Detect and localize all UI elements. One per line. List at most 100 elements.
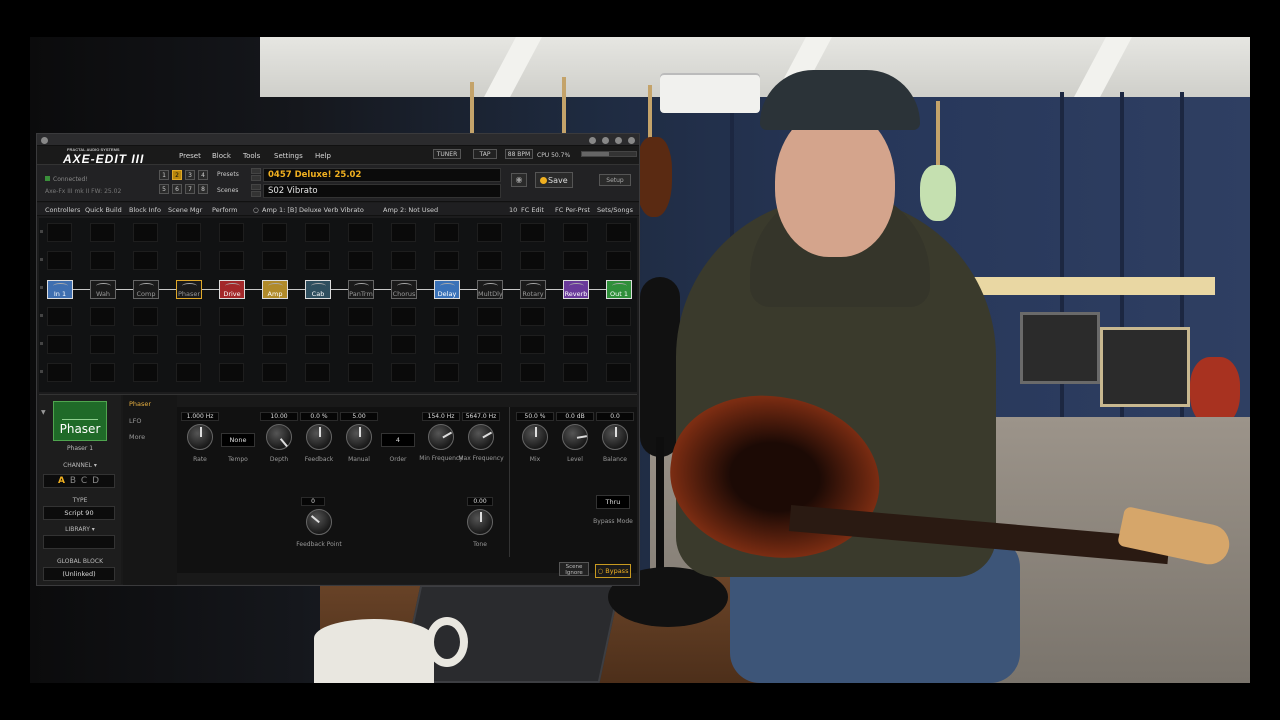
empty-grid-cell[interactable]: [47, 223, 72, 242]
menu-tools[interactable]: Tools: [243, 152, 260, 160]
preset-down-arrow[interactable]: [251, 175, 261, 181]
preset-number-button-4[interactable]: 4: [198, 170, 208, 180]
tap-tempo-button[interactable]: TAP: [473, 149, 497, 159]
tab-sets-songs[interactable]: Sets/Songs: [597, 206, 633, 214]
empty-grid-cell[interactable]: [219, 251, 244, 270]
empty-grid-cell[interactable]: [563, 223, 588, 242]
empty-grid-cell[interactable]: [606, 251, 631, 270]
empty-grid-cell[interactable]: [606, 363, 631, 382]
title-bar[interactable]: [37, 134, 639, 146]
global-block-selector[interactable]: (Unlinked): [43, 567, 115, 581]
empty-grid-cell[interactable]: [262, 251, 287, 270]
empty-grid-cell[interactable]: [133, 307, 158, 326]
empty-grid-cell[interactable]: [348, 251, 373, 270]
tab-fc-edit[interactable]: FC Edit: [521, 206, 544, 214]
order-selector[interactable]: 4: [381, 433, 415, 447]
level-knob[interactable]: [562, 424, 588, 450]
empty-grid-cell[interactable]: [262, 335, 287, 354]
tab-perform[interactable]: Perform: [212, 206, 238, 214]
empty-grid-cell[interactable]: [520, 251, 545, 270]
empty-grid-cell[interactable]: [133, 251, 158, 270]
camera-icon[interactable]: ◉: [511, 173, 527, 187]
tab-scene-mgr[interactable]: Scene Mgr: [168, 206, 202, 214]
menu-preset[interactable]: Preset: [179, 152, 201, 160]
tab-quick-build[interactable]: Quick Build: [85, 206, 122, 214]
empty-grid-cell[interactable]: [133, 223, 158, 242]
max-frequency-value[interactable]: 5647.0 Hz: [462, 412, 500, 421]
scene-up-arrow[interactable]: [251, 184, 261, 190]
manual-knob[interactable]: [346, 424, 372, 450]
empty-grid-cell[interactable]: [477, 363, 502, 382]
tone-value[interactable]: 0.00: [467, 497, 493, 506]
empty-grid-cell[interactable]: [47, 335, 72, 354]
rate-knob[interactable]: [187, 424, 213, 450]
empty-grid-cell[interactable]: [305, 307, 330, 326]
manual-value[interactable]: 5.00: [340, 412, 378, 421]
preset-number-button-1[interactable]: 1: [159, 170, 169, 180]
empty-grid-cell[interactable]: [47, 307, 72, 326]
min-frequency-value[interactable]: 154.0 Hz: [422, 412, 460, 421]
empty-grid-cell[interactable]: [606, 307, 631, 326]
empty-grid-cell[interactable]: [520, 335, 545, 354]
empty-grid-cell[interactable]: [176, 335, 201, 354]
empty-grid-cell[interactable]: [90, 223, 115, 242]
empty-grid-cell[interactable]: [563, 251, 588, 270]
max-frequency-knob[interactable]: [468, 424, 494, 450]
page-phaser[interactable]: Phaser: [129, 400, 151, 408]
mix-value[interactable]: 50.0 %: [516, 412, 554, 421]
page-more[interactable]: More: [129, 433, 145, 441]
save-button[interactable]: Save: [535, 172, 573, 188]
empty-grid-cell[interactable]: [391, 223, 416, 242]
empty-grid-cell[interactable]: [47, 251, 72, 270]
empty-grid-cell[interactable]: [434, 363, 459, 382]
tone-knob[interactable]: [467, 509, 493, 535]
feedback-value[interactable]: 0.0 %: [300, 412, 338, 421]
empty-grid-cell[interactable]: [563, 335, 588, 354]
empty-grid-cell[interactable]: [219, 363, 244, 382]
block-pantrm[interactable]: PanTrm: [348, 280, 374, 299]
preset-number-button-6[interactable]: 6: [172, 184, 182, 194]
preset-number-button-5[interactable]: 5: [159, 184, 169, 194]
menu-block[interactable]: Block: [212, 152, 231, 160]
feedback-point-value[interactable]: 0: [301, 497, 325, 506]
empty-grid-cell[interactable]: [133, 363, 158, 382]
empty-grid-cell[interactable]: [606, 335, 631, 354]
tab-block-info[interactable]: Block Info: [129, 206, 161, 214]
presets-dropdown[interactable]: Presets: [217, 171, 239, 178]
feedback-point-knob[interactable]: [306, 509, 332, 535]
empty-grid-cell[interactable]: [176, 223, 201, 242]
library-label[interactable]: LIBRARY ▾: [39, 526, 121, 533]
empty-grid-cell[interactable]: [262, 223, 287, 242]
empty-grid-cell[interactable]: [176, 363, 201, 382]
min-frequency-knob[interactable]: [428, 424, 454, 450]
empty-grid-cell[interactable]: [434, 223, 459, 242]
empty-grid-cell[interactable]: [477, 223, 502, 242]
block-drive[interactable]: Drive: [219, 280, 245, 299]
empty-grid-cell[interactable]: [391, 335, 416, 354]
scene-ignore-button[interactable]: Scene Ignore: [559, 562, 589, 576]
maximize-icon[interactable]: [615, 137, 622, 144]
feedback-knob[interactable]: [306, 424, 332, 450]
channel-b[interactable]: B: [70, 476, 77, 486]
empty-grid-cell[interactable]: [262, 307, 287, 326]
block-phaser[interactable]: Phaser: [176, 280, 202, 299]
level-value[interactable]: 0.0 dB: [556, 412, 594, 421]
bypass-mode-selector[interactable]: Thru: [596, 495, 630, 509]
empty-grid-cell[interactable]: [563, 363, 588, 382]
empty-grid-cell[interactable]: [348, 363, 373, 382]
preset-number-button-8[interactable]: 8: [198, 184, 208, 194]
phaser-block-icon[interactable]: Phaser: [53, 401, 107, 441]
tab-fc-per-preset[interactable]: FC Per-Prst: [555, 206, 590, 214]
empty-grid-cell[interactable]: [563, 307, 588, 326]
empty-grid-cell[interactable]: [520, 363, 545, 382]
block-delay[interactable]: Delay: [434, 280, 460, 299]
scene-down-arrow[interactable]: [251, 191, 261, 197]
block-cab[interactable]: Cab: [305, 280, 331, 299]
tab-10[interactable]: 10: [509, 206, 517, 214]
empty-grid-cell[interactable]: [305, 251, 330, 270]
menu-help[interactable]: Help: [315, 152, 331, 160]
empty-grid-cell[interactable]: [219, 223, 244, 242]
empty-grid-cell[interactable]: [219, 335, 244, 354]
minimize-icon[interactable]: [602, 137, 609, 144]
preset-number-button-7[interactable]: 7: [185, 184, 195, 194]
